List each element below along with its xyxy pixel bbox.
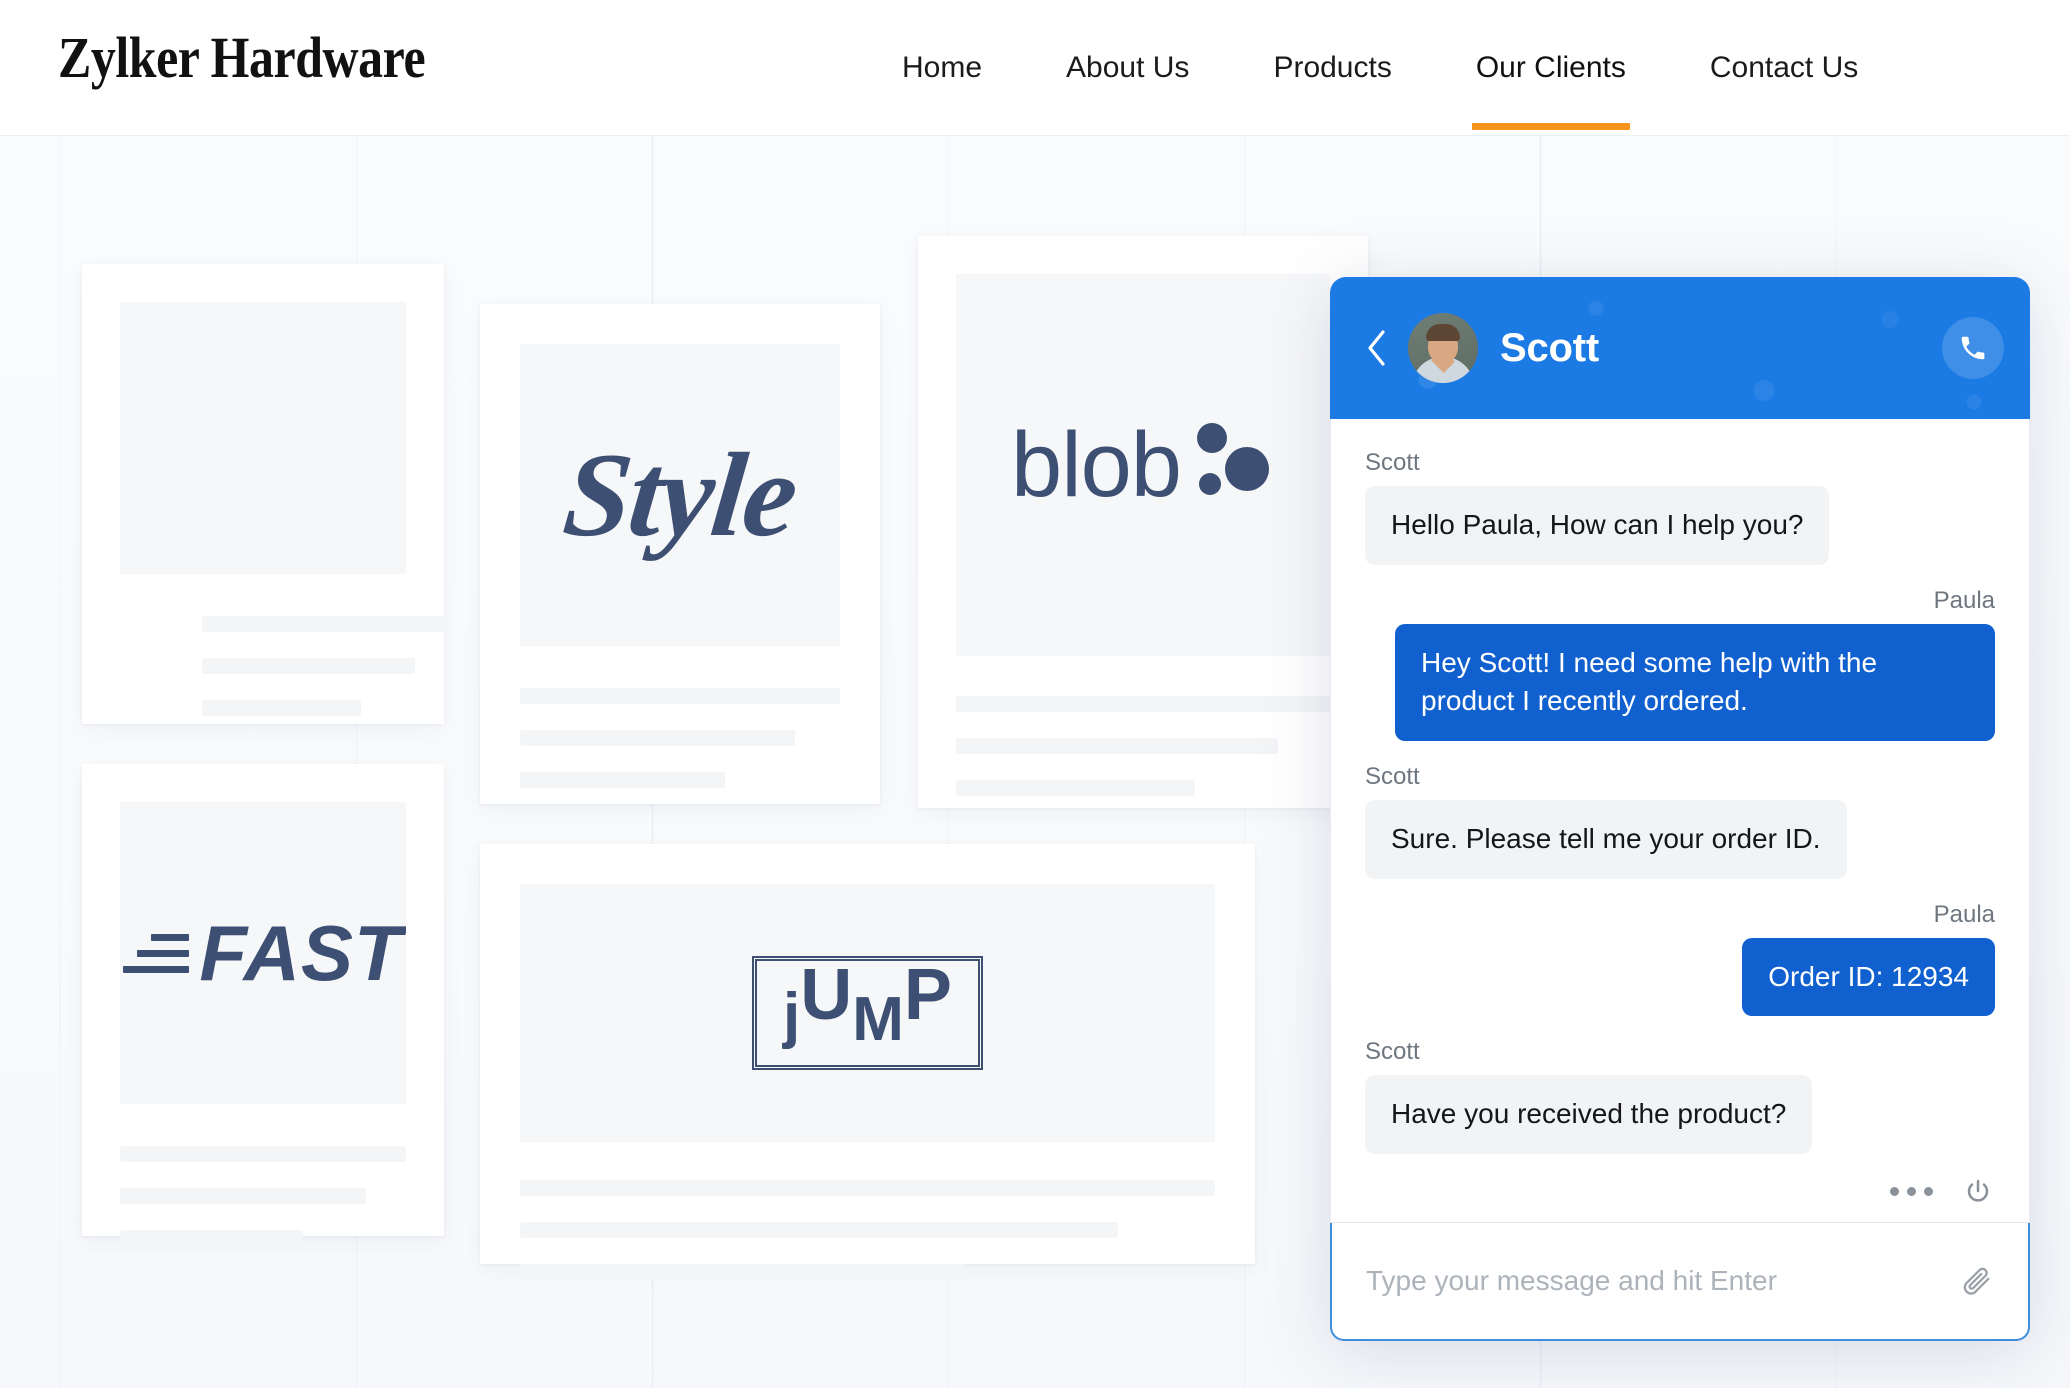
message-sender: Scott xyxy=(1365,449,1420,476)
client-logo-fast: FAST xyxy=(120,802,406,1104)
chat-message: Scott Hello Paula, How can I help you? xyxy=(1365,449,1995,565)
placeholder-bar xyxy=(120,1146,406,1162)
client-logo-placeholder xyxy=(120,302,406,574)
client-logo-jump: j U M P xyxy=(520,884,1215,1142)
placeholder-bar xyxy=(202,700,361,716)
fast-logo-text: FAST xyxy=(199,909,403,997)
chat-header: Scott xyxy=(1330,277,2030,419)
nav-item-contact-us[interactable]: Contact Us xyxy=(1668,0,1900,136)
chat-message: Scott Sure. Please tell me your order ID… xyxy=(1365,763,1995,879)
placeholder-bar xyxy=(520,688,840,704)
chat-widget: Scott Scott Hello Paula, How can I help … xyxy=(1330,277,2030,1341)
placeholder-bar xyxy=(956,780,1196,796)
top-navigation-bar: Zylker Hardware Home About Us Products O… xyxy=(0,0,2070,136)
jump-letter-p: P xyxy=(903,955,952,1035)
message-input[interactable] xyxy=(1366,1265,1942,1297)
placeholder-bar xyxy=(202,658,416,674)
message-bubble: Have you received the product? xyxy=(1365,1075,1813,1154)
message-bubble: Hey Scott! I need some help with the pro… xyxy=(1395,623,1995,741)
blob-logo-text: blob xyxy=(1011,414,1182,516)
placeholder-bar xyxy=(120,1230,304,1246)
power-icon[interactable] xyxy=(1963,1177,1993,1207)
message-sender: Scott xyxy=(1365,762,1420,790)
nav-item-about-us[interactable]: About Us xyxy=(1024,0,1231,136)
placeholder-bar xyxy=(520,730,796,746)
message-bubble: Sure. Please tell me your order ID. xyxy=(1365,799,1847,879)
message-sender: Paula xyxy=(1933,900,1995,928)
chat-agent-name: Scott xyxy=(1500,325,1600,370)
blob-logo: blob xyxy=(1011,417,1275,513)
nav-item-home[interactable]: Home xyxy=(860,0,1024,136)
placeholder-bar xyxy=(202,616,450,632)
placeholder-bar xyxy=(520,1222,1118,1238)
chat-input-area xyxy=(1330,1223,2030,1341)
avatar xyxy=(1408,313,1478,383)
card-text-placeholder xyxy=(120,1146,406,1272)
placeholder-bar xyxy=(956,696,1330,712)
jump-letter-m: M xyxy=(852,985,904,1054)
chat-message-list[interactable]: Scott Hello Paula, How can I help you? P… xyxy=(1330,419,2030,1161)
client-card[interactable]: blob xyxy=(918,236,1368,808)
placeholder-bar xyxy=(120,1188,366,1204)
client-card[interactable]: Style xyxy=(480,304,880,804)
message-bubble: Hello Paula, How can I help you? xyxy=(1365,486,1830,565)
client-card[interactable]: FAST xyxy=(82,764,444,1246)
blob-dots-icon xyxy=(1196,417,1275,513)
nav-links: Home About Us Products Our Clients Conta… xyxy=(860,0,1900,136)
chat-message: Scott Have you received the product? xyxy=(1365,1038,1995,1154)
message-bubble: Order ID: 12934 xyxy=(1742,937,1995,1017)
jump-logo: j U M P xyxy=(752,956,983,1070)
placeholder-bar xyxy=(520,1264,965,1280)
phone-icon[interactable] xyxy=(1942,317,2004,379)
client-logo-style: Style xyxy=(520,344,840,646)
chat-action-bar xyxy=(1330,1161,2030,1223)
nav-item-products[interactable]: Products xyxy=(1231,0,1433,136)
placeholder-bar xyxy=(520,1180,1215,1196)
paperclip-icon[interactable] xyxy=(1960,1264,1994,1298)
style-logo-text: Style xyxy=(558,428,803,561)
message-sender: Scott xyxy=(1365,1038,1420,1066)
chat-message: Paula Hey Scott! I need some help with t… xyxy=(1365,587,1995,741)
jump-letter-u: U xyxy=(800,955,853,1035)
card-text-placeholder xyxy=(520,1180,1215,1306)
chat-message: Paula Order ID: 12934 xyxy=(1365,901,1995,1017)
client-card[interactable]: j U M P xyxy=(480,844,1255,1280)
message-sender: Paula xyxy=(1933,586,1995,614)
nav-item-our-clients[interactable]: Our Clients xyxy=(1434,0,1668,136)
speed-lines-icon xyxy=(123,933,190,973)
card-text-placeholder xyxy=(956,696,1330,822)
site-logo[interactable]: Zylker Hardware xyxy=(58,24,426,91)
jump-letter-j: j xyxy=(783,981,801,1050)
more-options-icon[interactable] xyxy=(1890,1187,1933,1196)
fast-logo: FAST xyxy=(123,914,402,992)
placeholder-bar xyxy=(956,738,1278,754)
card-text-placeholder xyxy=(202,616,450,742)
client-card[interactable] xyxy=(82,264,450,724)
placeholder-bar xyxy=(520,772,725,788)
client-logo-blob: blob xyxy=(956,274,1330,656)
card-text-placeholder xyxy=(520,688,840,814)
chevron-left-icon[interactable] xyxy=(1356,323,1396,373)
page-root: Zylker Hardware Home About Us Products O… xyxy=(0,0,2070,1388)
